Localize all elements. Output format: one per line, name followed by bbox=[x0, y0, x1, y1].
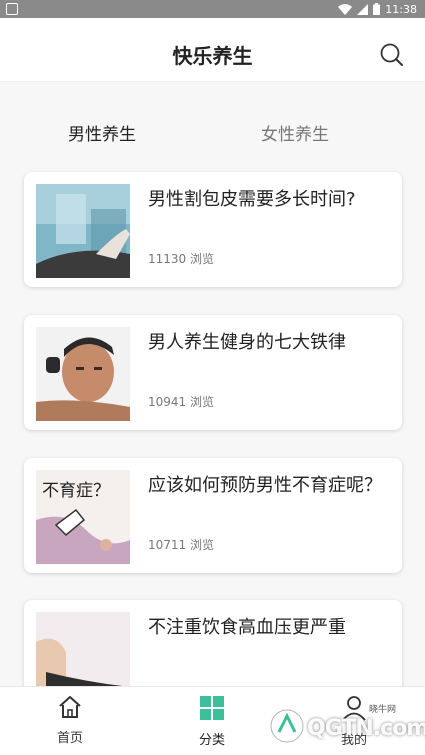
article-thumbnail bbox=[36, 184, 130, 278]
article-title: 应该如何预防男性不育症呢？ bbox=[148, 475, 382, 496]
tab-male-health[interactable]: 男性养生 bbox=[68, 120, 136, 145]
article-thumbnail: 不育症？ bbox=[36, 470, 130, 564]
search-icon[interactable] bbox=[379, 42, 405, 68]
watermark-small-text: 晓牛网 bbox=[369, 705, 397, 715]
grid-icon bbox=[200, 696, 224, 720]
cartoon-image-icon: 不育症？ bbox=[36, 470, 130, 564]
status-bar: 11:38 bbox=[0, 0, 425, 18]
nav-home[interactable]: 首页 bbox=[40, 695, 100, 746]
article-title: 男性割包皮需要多长时间? bbox=[148, 189, 356, 210]
article-title: 不注重饮食高血压更严重 bbox=[148, 617, 346, 638]
hospital-image-icon bbox=[36, 184, 130, 278]
nav-home-label: 首页 bbox=[56, 731, 83, 746]
status-right: 11:38 bbox=[338, 1, 417, 17]
signal-icon bbox=[357, 3, 369, 15]
article-title: 男人养生健身的七大铁律 bbox=[148, 332, 346, 353]
battery-icon bbox=[373, 3, 381, 15]
man-photo-icon bbox=[36, 327, 130, 421]
status-time: 11:38 bbox=[385, 2, 417, 16]
page-title: 快乐养生 bbox=[172, 44, 253, 68]
nav-category-label: 分类 bbox=[198, 733, 225, 748]
watermark: 晓牛网 QGTN.com bbox=[267, 700, 425, 750]
cartoon-text: 不育症？ bbox=[42, 481, 110, 501]
watermark-logo-icon bbox=[270, 709, 304, 743]
view-count: 10941 浏览 bbox=[148, 395, 214, 409]
home-icon bbox=[59, 696, 81, 718]
wifi-icon bbox=[338, 3, 353, 15]
app-header: 快乐养生 bbox=[0, 18, 425, 82]
article-card[interactable]: 男性割包皮需要多长时间? 11130 浏览 bbox=[24, 172, 402, 287]
article-thumbnail bbox=[36, 327, 130, 421]
nav-category[interactable]: 分类 bbox=[182, 695, 242, 748]
watermark-text: QGTN.com bbox=[307, 716, 425, 741]
notification-icon bbox=[6, 3, 18, 15]
tab-female-health[interactable]: 女性养生 bbox=[261, 120, 329, 145]
view-count: 11130 浏览 bbox=[148, 252, 214, 266]
article-card[interactable]: 男人养生健身的七大铁律 10941 浏览 bbox=[24, 315, 402, 430]
view-count: 10711 浏览 bbox=[148, 538, 214, 552]
category-tabs: 男性养生 女性养生 bbox=[0, 82, 425, 177]
article-card[interactable]: 不育症？ 应该如何预防男性不育症呢？ 10711 浏览 bbox=[24, 458, 402, 573]
